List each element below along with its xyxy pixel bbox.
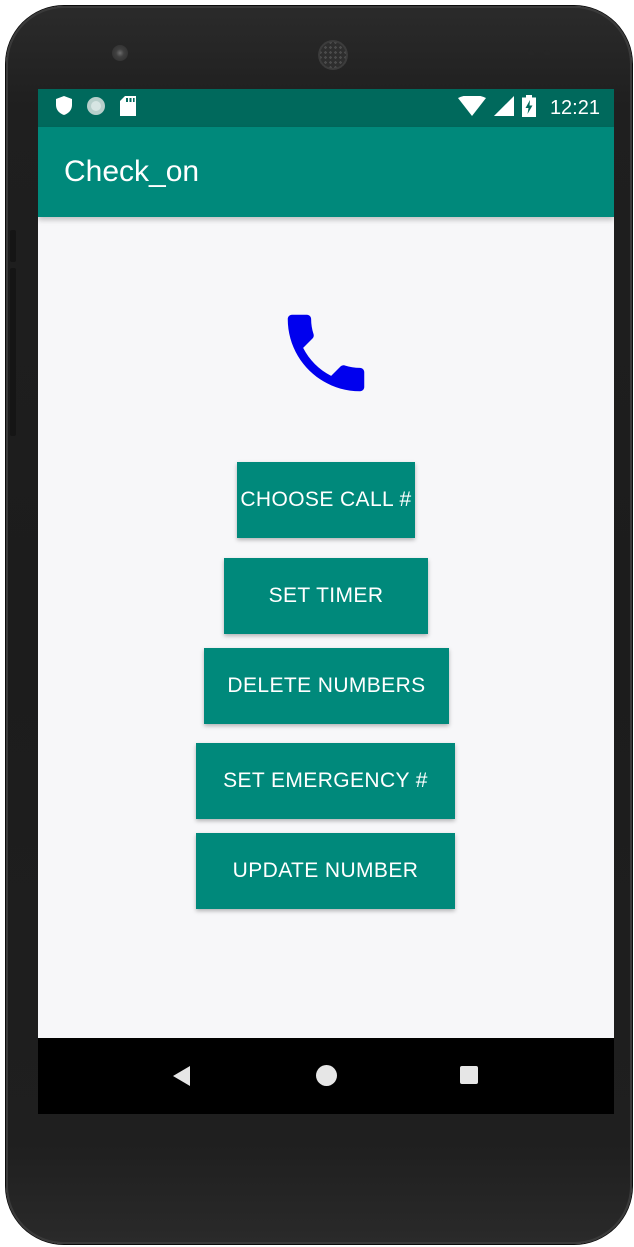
update-number-button[interactable]: UPDATE NUMBER: [196, 833, 455, 909]
set-emergency-number-button[interactable]: SET EMERGENCY #: [196, 743, 455, 819]
back-icon[interactable]: [173, 1066, 190, 1086]
phone-icon[interactable]: [275, 302, 377, 404]
battery-charging-icon: [521, 94, 536, 122]
app-screen: 12:21 Check_on CHOOSE CALL # SET TIMER D…: [38, 89, 614, 1114]
status-system-icons: 12:21: [457, 89, 600, 127]
cell-signal-icon: [493, 95, 514, 121]
home-icon[interactable]: [316, 1065, 337, 1086]
sensor-dot-icon: [544, 50, 550, 56]
app-toolbar: Check_on: [38, 127, 614, 217]
app-title: Check_on: [64, 155, 200, 188]
delete-numbers-button[interactable]: DELETE NUMBERS: [204, 648, 449, 724]
recents-icon[interactable]: [460, 1066, 478, 1084]
sensor-dot-icon: [528, 50, 534, 56]
sd-card-icon: [120, 95, 136, 121]
wifi-icon: [457, 94, 486, 121]
system-navigation-bar: [38, 1038, 614, 1114]
earpiece-speaker-icon: [318, 40, 348, 70]
side-button-upper: [10, 230, 16, 262]
circle-notification-icon: [86, 96, 106, 121]
status-bar: 12:21: [38, 89, 614, 127]
front-camera-icon: [112, 45, 128, 61]
choose-call-number-button[interactable]: CHOOSE CALL #: [237, 462, 415, 538]
side-button-volume: [10, 268, 16, 436]
shield-icon: [56, 96, 72, 120]
set-timer-button[interactable]: SET TIMER: [224, 558, 428, 634]
status-time: 12:21: [549, 96, 600, 119]
status-notification-icons: [56, 89, 136, 127]
